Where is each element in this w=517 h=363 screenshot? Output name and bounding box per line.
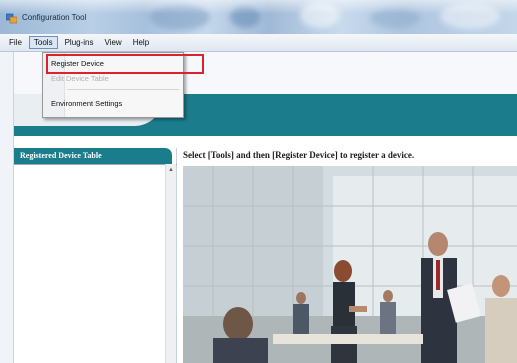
menu-tools[interactable]: Tools [28,36,58,49]
window-title: Configuration Tool [22,13,87,22]
instruction-text: Select [Tools] and then [Register Device… [183,150,415,160]
office-people-photo [183,166,517,363]
title-bar: Configuration Tool [0,0,517,34]
menu-item-environment-settings[interactable]: Environment Settings [51,99,122,108]
menu-view[interactable]: View [100,37,125,48]
device-table-tab[interactable]: Registered Device Table [14,148,172,164]
photo-illustration [183,166,517,363]
menu-item-edit-device-table: Edit Device Table [51,74,109,83]
menu-plugins[interactable]: Plug-ins [61,37,98,48]
device-table-list[interactable] [14,164,177,363]
menu-separator [67,89,179,90]
app-icon [6,13,17,24]
menu-help[interactable]: Help [129,37,153,48]
device-table-panel: Registered Device Table ▲ [14,148,177,363]
menu-file[interactable]: File [5,37,26,48]
window-left-border [0,52,14,363]
device-list-scrollbar[interactable]: ▲ [165,164,176,363]
menu-bar: File Tools Plug-ins View Help [0,34,517,52]
register-device-highlight [46,54,204,74]
scroll-up-arrow-icon[interactable]: ▲ [168,167,174,173]
